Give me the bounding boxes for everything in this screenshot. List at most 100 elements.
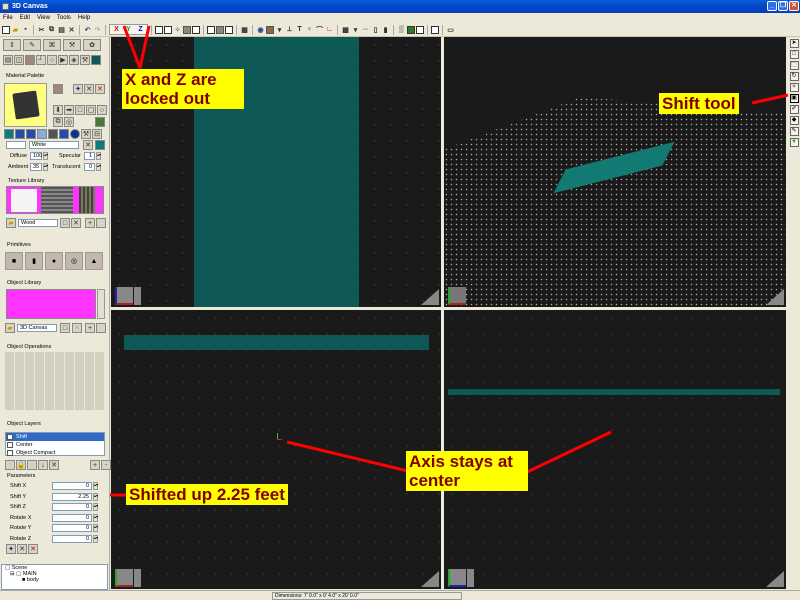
pointer-tool-icon[interactable]: ➤ — [789, 39, 799, 48]
search-icon[interactable]: ◎ — [64, 117, 74, 127]
hammer-icon[interactable]: ⚒ — [80, 55, 90, 65]
tab-paint-icon[interactable]: ✎ — [23, 39, 41, 51]
param-input[interactable]: 0 — [52, 503, 92, 511]
globe-icon[interactable]: ◉ — [256, 25, 265, 34]
object-body-front[interactable] — [124, 335, 429, 350]
copy-icon[interactable]: ⧉ — [47, 25, 56, 34]
open-folder-icon[interactable]: ▰ — [6, 218, 16, 228]
axis-y-lock-button[interactable]: Y — [124, 25, 133, 34]
layer-move-up-icon[interactable]: ↑ — [27, 460, 37, 470]
move-icon[interactable]: ◫ — [14, 55, 24, 65]
select-icon[interactable]: ▤ — [3, 55, 13, 65]
image-icon[interactable] — [95, 117, 105, 127]
layer-up-icon[interactable]: ↑ — [5, 460, 15, 470]
object-extra-icon[interactable] — [96, 323, 106, 333]
pick-icon[interactable]: ✦ — [73, 84, 83, 94]
menu-help[interactable]: Help — [78, 13, 90, 23]
primitive-cylinder-button[interactable]: ▮ — [25, 252, 43, 270]
new-texture-icon[interactable]: □ — [60, 218, 70, 228]
link-icon[interactable]: ⇔ — [361, 25, 370, 34]
primitive-cone-button[interactable]: ▲ — [85, 252, 103, 270]
new-object-icon[interactable]: □ — [60, 323, 70, 333]
object-library-scrollbar[interactable] — [97, 289, 105, 319]
swatch-icon[interactable] — [4, 129, 14, 139]
cut-icon[interactable]: ✂ — [37, 25, 46, 34]
object-library-preview[interactable] — [6, 289, 96, 319]
swatch-icon[interactable] — [15, 129, 25, 139]
phone-icon[interactable]: ▯ — [371, 25, 380, 34]
param-spinner[interactable]: ▴▾ — [93, 513, 98, 522]
object-library-select[interactable]: 3D Canvas — [17, 324, 57, 332]
rounded-icon[interactable]: ▢ — [86, 105, 96, 115]
layer-add-icon[interactable]: + — [90, 460, 100, 470]
circle-icon[interactable]: ○ — [97, 105, 107, 115]
view-icon[interactable] — [155, 25, 163, 34]
swatch-icon[interactable] — [48, 129, 58, 139]
texture-strip[interactable] — [6, 186, 104, 214]
diffuse-input[interactable]: 100 — [30, 152, 42, 160]
tab-settings-icon[interactable]: ✿ — [83, 39, 101, 51]
teal-swatch-icon[interactable] — [91, 55, 101, 65]
layer-item-shift[interactable]: Shift — [6, 433, 104, 441]
specular-spinner[interactable]: ▴▾ — [96, 152, 101, 160]
delete-material-icon[interactable]: ✕ — [95, 84, 105, 94]
material-swatch-icon[interactable] — [53, 84, 63, 94]
ambient-spinner[interactable]: ▴▾ — [43, 163, 48, 171]
texture-icon[interactable]: ▒ — [397, 25, 406, 34]
curve-icon[interactable]: ⌒ — [315, 25, 324, 34]
paint-tool-icon[interactable]: ✐ — [789, 105, 799, 114]
axis-z-lock-button[interactable]: Z — [136, 25, 145, 34]
primitive-cube-button[interactable]: ■ — [5, 252, 23, 270]
swatch-icon[interactable] — [26, 129, 36, 139]
param-spinner[interactable]: ▴▾ — [93, 482, 98, 490]
texture-wood[interactable] — [79, 187, 95, 213]
object-body-side[interactable] — [448, 389, 780, 395]
layer-item-center[interactable]: Center — [6, 441, 104, 449]
texture-stone[interactable] — [41, 187, 73, 213]
material-name-select[interactable]: White — [29, 141, 79, 149]
param-input[interactable]: 0 — [52, 524, 92, 532]
diffuse-spinner[interactable]: ▴▾ — [43, 152, 48, 160]
material-icon[interactable] — [25, 55, 35, 65]
color-swatch[interactable] — [95, 140, 105, 150]
dropdown-icon[interactable]: ▾ — [275, 25, 284, 34]
right-arrow-icon[interactable]: ➡ — [64, 105, 74, 115]
param-spinner[interactable]: ▴▾ — [93, 524, 98, 532]
light-icon[interactable]: ○ — [47, 55, 57, 65]
view-icon[interactable] — [164, 25, 172, 34]
restore-button[interactable]: ❐ — [778, 1, 788, 11]
shape-icon[interactable]: ▶ — [58, 55, 68, 65]
specular-input[interactable]: 1 — [84, 152, 95, 160]
render-icon[interactable] — [183, 25, 191, 34]
viewport-side[interactable] — [444, 310, 786, 589]
param-input[interactable]: 2.25 — [52, 492, 92, 501]
copy-icon[interactable]: ⧉ — [53, 117, 63, 127]
window-icon[interactable] — [207, 25, 215, 34]
primitive-sphere-button[interactable]: ● — [45, 252, 63, 270]
open-icon[interactable]: ▰ — [11, 25, 20, 34]
menu-edit[interactable]: Edit — [20, 13, 30, 23]
clear-icon[interactable]: ✕ — [84, 84, 94, 94]
pipe-icon[interactable]: ┘ — [36, 55, 46, 65]
rect-tool-icon[interactable]: □ — [789, 50, 799, 59]
light-icon[interactable]: ♀ — [305, 25, 314, 34]
layer-item-object-compact[interactable]: Object Compact — [6, 449, 104, 457]
dots-icon[interactable]: ⁘ — [173, 25, 182, 34]
bracket-icon[interactable]: ▮ — [381, 25, 390, 34]
magic-tool-icon[interactable]: ✧ — [789, 83, 799, 92]
funnel-tool-icon[interactable]: ▼ — [789, 138, 799, 147]
tools-icon[interactable]: ⚒ — [81, 129, 91, 139]
eyedropper-tool-icon[interactable]: ✎ — [789, 127, 799, 136]
image-icon[interactable] — [407, 25, 415, 34]
viewport-perspective[interactable] — [444, 37, 786, 307]
ambient-input[interactable]: 35 — [30, 163, 42, 171]
tab-move-icon[interactable]: ⇕ — [3, 39, 21, 51]
close-button[interactable]: ✕ — [789, 1, 799, 11]
down-arrow-icon[interactable]: ⬇ — [53, 105, 63, 115]
material-color-field[interactable] — [6, 141, 26, 149]
panel-icon[interactable] — [225, 25, 233, 34]
rotate-tool-icon[interactable]: ↻ — [789, 72, 799, 81]
undo-icon[interactable]: ↶ — [83, 25, 92, 34]
swatch-icon[interactable] — [59, 129, 69, 139]
camera-icon[interactable]: ▭ — [446, 25, 455, 34]
